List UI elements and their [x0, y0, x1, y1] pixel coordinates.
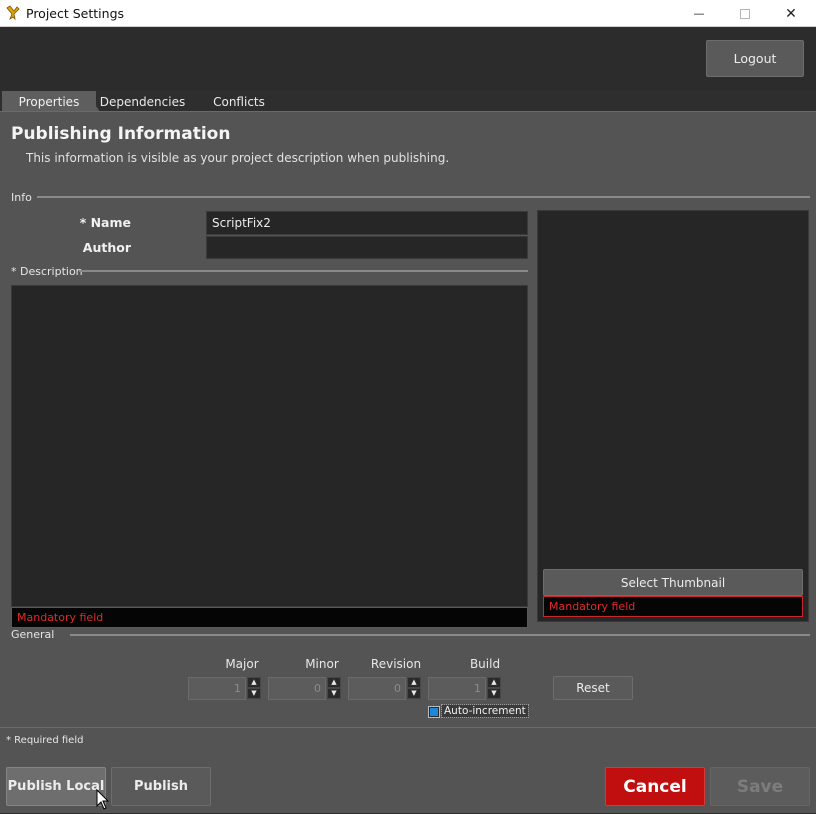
app-icon [5, 5, 21, 21]
description-divider [79, 270, 528, 272]
mouse-cursor-icon [96, 788, 110, 811]
tab-dependencies-label: Dependencies [99, 94, 186, 109]
major-stepper[interactable]: ▲ ▼ [247, 677, 261, 699]
header-strip [0, 27, 816, 91]
major-input[interactable]: 1 [188, 677, 246, 700]
build-input[interactable]: 1 [428, 677, 486, 700]
minimize-icon: — [693, 7, 705, 20]
revision-label: Revision [370, 657, 422, 671]
close-icon: ✕ [785, 5, 797, 22]
description-textarea[interactable] [11, 285, 528, 607]
build-label: Build [469, 657, 501, 671]
tab-properties-label: Properties [18, 94, 80, 109]
thumbnail-error: Mandatory field [543, 596, 803, 617]
info-divider [37, 196, 810, 198]
description-error: Mandatory field [11, 607, 528, 628]
tab-conflicts-label: Conflicts [213, 94, 265, 109]
publish-local-button[interactable]: Publish Local [6, 767, 106, 806]
checkbox-check-icon [430, 708, 438, 716]
select-thumbnail-button[interactable]: Select Thumbnail [543, 569, 803, 596]
window-title: Project Settings [26, 6, 125, 21]
tab-properties[interactable]: Properties [2, 91, 96, 112]
auto-increment-checkbox[interactable] [428, 706, 440, 718]
reset-button[interactable]: Reset [553, 676, 633, 700]
arrow-up-icon[interactable]: ▲ [407, 677, 421, 688]
name-label: * Name [79, 215, 131, 230]
tab-conflicts[interactable]: Conflicts [208, 91, 270, 112]
section-title: Publishing Information [11, 124, 231, 144]
thumbnail-preview [537, 210, 809, 622]
close-button[interactable]: ✕ [768, 0, 814, 27]
section-subtitle: This information is visible as your proj… [26, 151, 450, 165]
author-input[interactable] [206, 236, 528, 259]
revision-stepper[interactable]: ▲ ▼ [407, 677, 421, 699]
arrow-down-icon[interactable]: ▼ [247, 688, 261, 699]
build-stepper[interactable]: ▲ ▼ [487, 677, 501, 699]
maximize-button [722, 0, 768, 27]
info-section-label: Info [11, 191, 32, 204]
name-input[interactable]: ScriptFix2 [206, 211, 528, 235]
footer-divider [0, 727, 816, 728]
tab-dependencies[interactable]: Dependencies [100, 91, 185, 112]
publish-button[interactable]: Publish [111, 767, 211, 806]
required-field-note: * Required field [6, 735, 84, 746]
description-label: * Description [11, 265, 83, 278]
general-section-label: General [11, 628, 55, 641]
revision-input[interactable]: 0 [348, 677, 406, 700]
arrow-up-icon[interactable]: ▲ [327, 677, 341, 688]
arrow-down-icon[interactable]: ▼ [407, 688, 421, 699]
author-label: Author [82, 240, 131, 255]
arrow-up-icon[interactable]: ▲ [487, 677, 501, 688]
arrow-down-icon[interactable]: ▼ [327, 688, 341, 699]
auto-increment-label[interactable]: Auto-increment [441, 704, 529, 718]
save-button[interactable]: Save [710, 767, 810, 806]
general-divider [70, 634, 810, 636]
minor-stepper[interactable]: ▲ ▼ [327, 677, 341, 699]
arrow-down-icon[interactable]: ▼ [487, 688, 501, 699]
major-label: Major [225, 657, 259, 671]
logout-button[interactable]: Logout [706, 40, 804, 77]
minor-label: Minor [305, 657, 339, 671]
maximize-icon [740, 8, 750, 19]
minimize-button[interactable]: — [676, 0, 722, 27]
cancel-button[interactable]: Cancel [605, 767, 705, 806]
minor-input[interactable]: 0 [268, 677, 326, 700]
arrow-up-icon[interactable]: ▲ [247, 677, 261, 688]
tab-corner [86, 91, 100, 112]
